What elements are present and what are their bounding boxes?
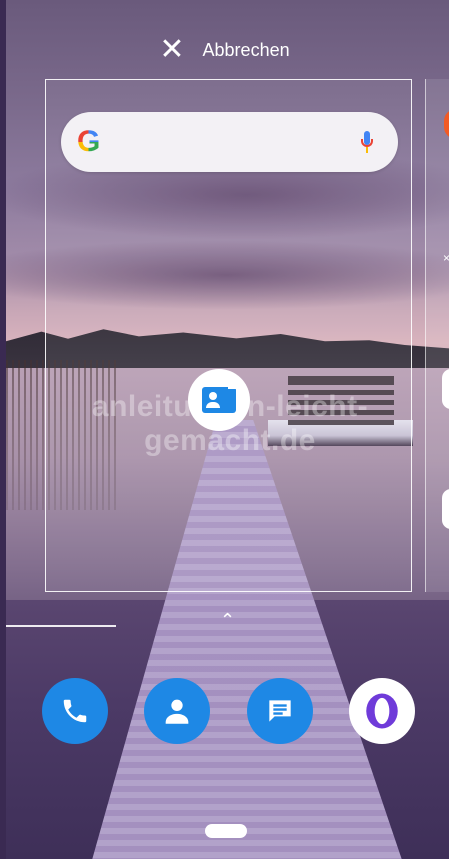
cancel-bar[interactable]: ✕ Abbrechen [0, 30, 449, 70]
opera-icon[interactable] [349, 678, 415, 744]
messages-icon[interactable] [247, 678, 313, 744]
chevron-up-icon[interactable]: ⌃ [220, 610, 235, 631]
side-app-card[interactable]: × [425, 79, 449, 592]
contacts-icon[interactable] [144, 678, 210, 744]
google-g-icon: G [77, 125, 101, 158]
phone-icon[interactable] [42, 678, 108, 744]
close-icon[interactable]: ✕ [159, 35, 184, 65]
home-gesture-pill[interactable] [205, 824, 247, 838]
divider [6, 625, 116, 627]
cancel-label[interactable]: Abbrechen [203, 40, 290, 61]
contacts-card-icon[interactable] [188, 369, 250, 431]
close-small-icon[interactable]: × [443, 251, 449, 265]
side-card-bubble [442, 489, 449, 529]
mic-icon[interactable] [361, 131, 373, 153]
google-search-bar[interactable]: G [61, 112, 398, 172]
app-avatar-icon [444, 109, 449, 139]
side-card-bubble [442, 369, 449, 409]
